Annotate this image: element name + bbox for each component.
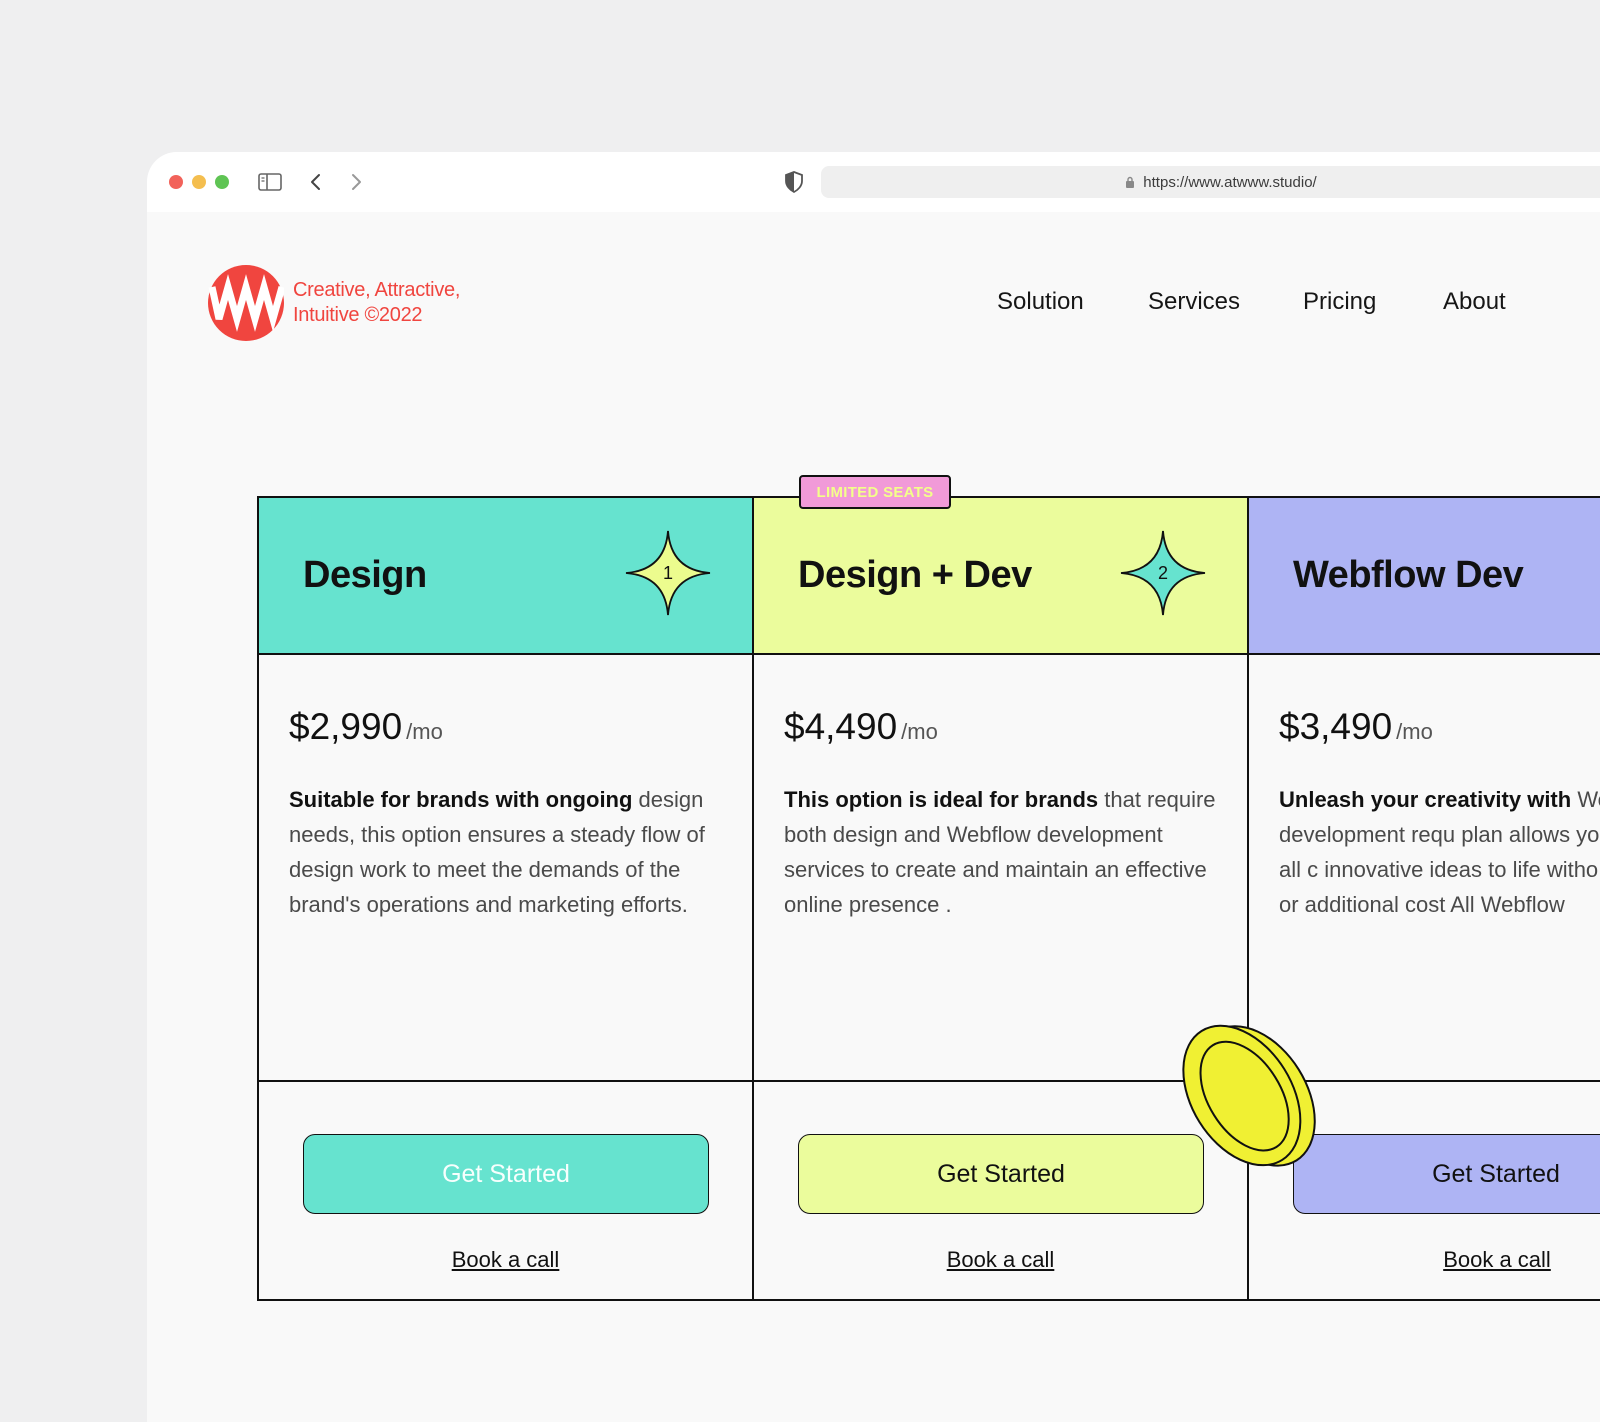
plan-card-design: Design 1 $2,990/mo Suitable for brands w… [257,496,754,1301]
price-period: /mo [406,719,443,744]
star-number: 1 [663,563,673,583]
plan-price: $4,490/mo [784,706,938,748]
get-started-button[interactable]: Get Started [303,1134,709,1214]
back-icon[interactable] [303,169,329,195]
plan-title: Design [303,554,427,596]
sparkle-star-icon: 1 [623,528,713,623]
forward-icon[interactable] [343,169,369,195]
price-period: /mo [1396,719,1433,744]
plan-header: Design + Dev 2 [754,498,1247,655]
nav-about[interactable]: About [1443,288,1506,316]
star-number: 2 [1158,563,1168,583]
plan-title: Webflow Dev [1293,554,1524,596]
plan-description: Suitable for brands with ongoing design … [289,782,729,922]
logo-icon[interactable] [208,265,286,341]
price-amount: $3,490 [1279,706,1393,747]
nav-services[interactable]: Services [1148,288,1240,316]
nav-solution[interactable]: Solution [997,288,1084,316]
brand-tagline: Creative, Attractive, Intuitive ©2022 [293,278,460,328]
plan-description: Unleash your creativity with Webflow dev… [1279,782,1600,922]
browser-window: https://www.atwww.studio/ Creative, Attr… [147,152,1600,1422]
sparkle-star-icon: 2 [1118,528,1208,623]
book-a-call-link[interactable]: Book a call [1249,1247,1600,1273]
tagline-line-2: Intuitive ©2022 [293,304,423,326]
price-period: /mo [901,719,938,744]
description-highlight: This option is ideal for brands [784,787,1099,812]
lock-icon [1125,176,1135,189]
limited-seats-badge: LIMITED SEATS [799,475,951,509]
plan-header: Webflow Dev [1249,498,1600,655]
coin-icon [1168,1004,1328,1184]
get-started-button[interactable]: Get Started [798,1134,1204,1214]
address-bar[interactable]: https://www.atwww.studio/ [821,166,1600,198]
get-started-button[interactable]: Get Started [1293,1134,1600,1214]
url-text: https://www.atwww.studio/ [1143,173,1317,191]
browser-toolbar: https://www.atwww.studio/ [147,152,1600,212]
sidebar-toggle-icon[interactable] [257,169,283,195]
tagline-line-1: Creative, Attractive, [293,279,461,301]
close-window-button[interactable] [169,175,183,189]
nav-pricing[interactable]: Pricing [1303,288,1376,316]
book-a-call-link[interactable]: Book a call [754,1247,1247,1273]
privacy-shield-icon[interactable] [781,169,807,195]
plan-price: $2,990/mo [289,706,443,748]
description-highlight: Unleash your creativity with [1279,787,1572,812]
price-amount: $4,490 [784,706,898,747]
plan-title: Design + Dev [798,554,1032,596]
plan-header: Design 1 [259,498,752,655]
plan-price: $3,490/mo [1279,706,1433,748]
maximize-window-button[interactable] [215,175,229,189]
minimize-window-button[interactable] [192,175,206,189]
plan-footer: Get Started Book a call [259,1080,752,1301]
description-highlight: Suitable for brands with ongoing [289,787,633,812]
plan-description: This option is ideal for brands that req… [784,782,1224,922]
book-a-call-link[interactable]: Book a call [259,1247,752,1273]
price-amount: $2,990 [289,706,403,747]
